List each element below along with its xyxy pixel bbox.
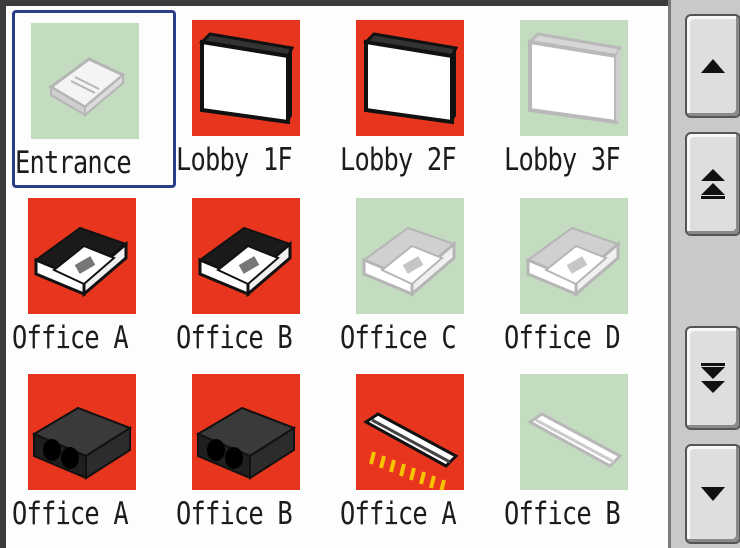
scroll-page-down-button[interactable] xyxy=(685,326,740,430)
ceiling-cassette-ac-icon xyxy=(520,198,628,314)
device-tile[interactable]: Lobby 3F xyxy=(504,10,668,188)
ceiling-cassette-ac-icon xyxy=(28,198,136,314)
double-up-arrow-icon xyxy=(701,169,725,199)
floor-standing-ac-icon xyxy=(356,20,464,136)
device-label: Office B xyxy=(176,320,293,356)
device-label: Entrance xyxy=(15,145,132,181)
device-tile[interactable]: Office B xyxy=(176,188,340,366)
device-label: Lobby 2F xyxy=(340,142,457,178)
device-tile[interactable]: Office A xyxy=(340,364,504,542)
floor-standing-ac-icon xyxy=(520,20,628,136)
device-tile[interactable]: Office B xyxy=(176,364,340,542)
up-arrow-icon xyxy=(701,59,725,73)
scrollbar[interactable] xyxy=(668,0,740,548)
device-tile[interactable]: Office A xyxy=(12,188,176,366)
ceiling-cassette-ac-icon xyxy=(192,198,300,314)
ceiling-cassette-ac-icon xyxy=(356,198,464,314)
device-label: Office A xyxy=(12,320,129,356)
ducted-ac-icon xyxy=(28,374,136,490)
device-label: Lobby 3F xyxy=(504,142,621,178)
device-tile[interactable]: Entrance xyxy=(12,10,176,188)
device-label: Office B xyxy=(504,496,621,532)
device-label: Lobby 1F xyxy=(176,142,293,178)
device-tile[interactable]: Office B xyxy=(504,364,668,542)
double-down-arrow-icon xyxy=(701,363,725,393)
device-grid: Entrance Lobby 1F Lobby 2F Lobby 3F Offi… xyxy=(6,6,668,548)
device-panel: Entrance Lobby 1F Lobby 2F Lobby 3F Offi… xyxy=(0,0,740,548)
scroll-up-button[interactable] xyxy=(685,14,740,118)
scroll-down-button[interactable] xyxy=(685,444,740,544)
device-label: Office A xyxy=(12,496,129,532)
down-arrow-icon xyxy=(701,487,725,501)
device-label: Office A xyxy=(340,496,457,532)
ceiling-light-icon xyxy=(356,374,464,490)
device-label: Office D xyxy=(504,320,621,356)
ceiling-light-icon xyxy=(520,374,628,490)
device-tile[interactable]: Office A xyxy=(12,364,176,542)
device-tile[interactable]: Lobby 1F xyxy=(176,10,340,188)
device-label: Office C xyxy=(340,320,457,356)
ducted-ac-icon xyxy=(192,374,300,490)
device-tile[interactable]: Office D xyxy=(504,188,668,366)
device-tile[interactable]: Lobby 2F xyxy=(340,10,504,188)
floor-standing-ac-icon xyxy=(192,20,300,136)
device-label: Office B xyxy=(176,496,293,532)
cassette-ac-icon xyxy=(31,23,139,139)
scroll-page-up-button[interactable] xyxy=(685,132,740,236)
device-tile[interactable]: Office C xyxy=(340,188,504,366)
